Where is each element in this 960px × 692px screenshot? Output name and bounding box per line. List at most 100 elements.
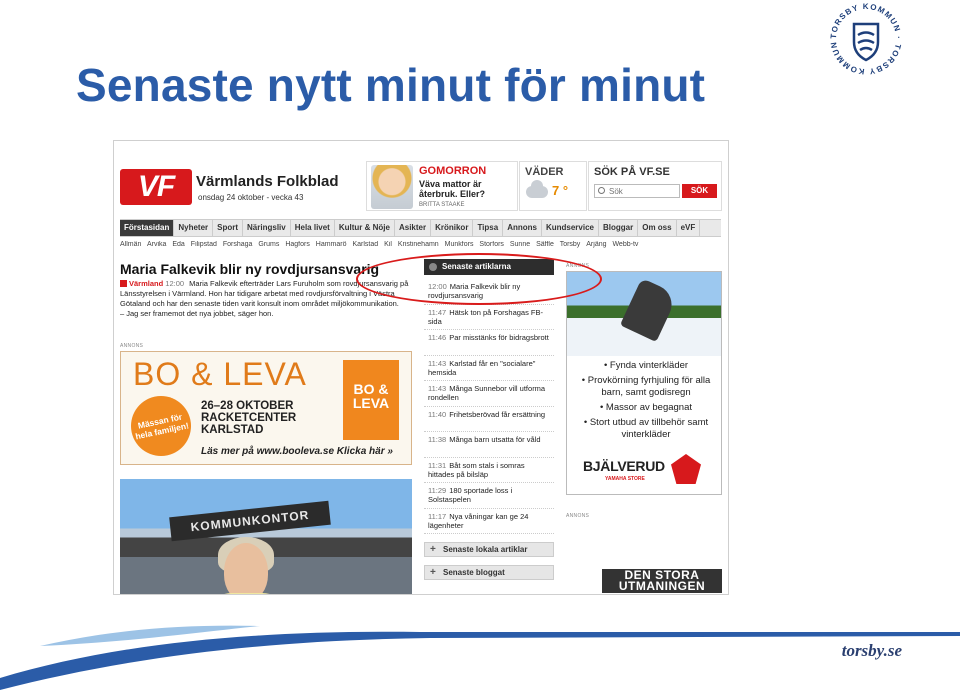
subnav-item[interactable]: Torsby — [560, 241, 581, 248]
news-time: 11:17 — [428, 511, 447, 521]
news-time: 11:31 — [428, 460, 447, 470]
search-title: SÖK PÅ VF.SE — [594, 166, 670, 178]
nav-kultur-noje[interactable]: Kultur & Nöje — [335, 220, 395, 236]
latest-articles-list: 12:00 Maria Falkevik blir ny rovdjursansv… — [424, 279, 554, 534]
subnav-item[interactable]: Allmän — [120, 241, 141, 248]
play-icon — [120, 280, 127, 287]
search-button[interactable]: SÖK — [682, 184, 717, 198]
search-input[interactable] — [594, 184, 680, 198]
news-time: 11:46 — [428, 333, 447, 342]
gomorron-title: GOMORRON — [419, 165, 487, 177]
bo-leva-logo-box: BO & LEVA — [343, 360, 399, 440]
nav-om-oss[interactable]: Om oss — [638, 220, 677, 236]
bo-leva-ad[interactable]: BO & LEVA Mässan för hela familjen! 26–2… — [120, 351, 412, 465]
nav-nyheter[interactable]: Nyheter — [174, 220, 214, 236]
footer-swoosh — [0, 625, 960, 690]
snowmobile-image — [619, 277, 679, 343]
list-item[interactable]: 11:17 Nya våningar kan ge 24 lägenheter — [424, 509, 554, 534]
news-time: 11:29 — [428, 486, 447, 495]
subnav-item[interactable]: Storfors — [479, 241, 504, 248]
article-headline[interactable]: Maria Falkevik blir ny rovdjursansvarig — [120, 261, 379, 277]
lead-tag[interactable]: Värmland — [129, 279, 163, 288]
list-item[interactable]: 11:46 Par misstänks för bidragsbrott — [424, 330, 554, 356]
annons-label-right-2: ANNONS — [566, 513, 590, 519]
list-item[interactable]: 11:38 Många barn utsatta för våld — [424, 432, 554, 458]
gomorron-box[interactable]: GOMORRON Väva mattor är återbruk. Eller?… — [366, 161, 518, 211]
lead-quote: – Jag ser framemot det nya jobbet, säger… — [120, 309, 274, 318]
subnav-item[interactable]: Arvika — [147, 241, 166, 248]
nav-kronikor[interactable]: Krönikor — [431, 220, 474, 236]
subnav-item[interactable]: Säffle — [536, 241, 554, 248]
latest-articles-column: Senaste artiklarna 12:00 Maria Falkevik b… — [424, 259, 554, 583]
nav-naringsliv[interactable]: Näringsliv — [243, 220, 291, 236]
highlight-circle — [356, 253, 602, 305]
subnav-item[interactable]: Årjäng — [586, 241, 606, 248]
bjalverud-ad[interactable]: • Fynda vinterkläder • Provkörning fyrhj… — [566, 271, 722, 495]
photo-face — [224, 543, 268, 594]
bo-leva-link[interactable]: Läs mer på www.booleva.se Klicka här » — [201, 446, 393, 457]
subnav-item[interactable]: Grums — [258, 241, 279, 248]
site-date: onsdag 24 oktober - vecka 43 — [198, 193, 304, 202]
nav-kundservice[interactable]: Kundservice — [542, 220, 599, 236]
subnav-item[interactable]: Kil — [384, 241, 392, 248]
nav-asikter[interactable]: Asikter — [395, 220, 432, 236]
news-title[interactable]: Frihetsberövad får ersättning — [449, 410, 545, 419]
news-title[interactable]: Par misstänks för bidragsbrott — [449, 333, 549, 342]
ad-brand: BJÄLVERUD — [583, 458, 665, 474]
list-item[interactable]: 11:47 Hätsk ton på Forshagas FB-sida — [424, 305, 554, 330]
photo-body — [202, 593, 292, 594]
latest-local-toggle[interactable]: Senaste lokala artiklar — [424, 542, 554, 557]
slide-title: Senaste nytt minut för minut — [76, 59, 706, 111]
site-name[interactable]: Värmlands Folkblad — [196, 173, 339, 190]
subnav-item[interactable]: Sunne — [510, 241, 530, 248]
nav-evf[interactable]: eVF — [677, 220, 701, 236]
search-icon — [598, 187, 605, 194]
latest-blogg-toggle[interactable]: Senaste bloggat — [424, 565, 554, 580]
list-item[interactable]: 11:40 Frihetsberövad får ersättning — [424, 407, 554, 432]
vf-logo[interactable]: VF — [120, 169, 192, 205]
subnav-item[interactable]: Karlstad — [352, 241, 378, 248]
stora-utmaningen-text: DEN STORA UTMANINGEN — [602, 569, 722, 593]
weather-temp: 7 ° — [552, 183, 569, 198]
list-item[interactable]: 11:43 Många Sunnebor vill utforma rondell… — [424, 381, 554, 407]
nav-bloggar[interactable]: Bloggar — [599, 220, 639, 236]
bo-leva-title: BO & LEVA — [133, 356, 307, 392]
main-nav: Förstasidan Nyheter Sport Näringsliv Hel… — [120, 219, 721, 237]
subnav-item[interactable]: Hammarö — [316, 241, 347, 248]
brand-badge-icon — [671, 454, 701, 484]
news-time: 11:47 — [428, 307, 447, 317]
ad-sub: YAMAHA STORE — [605, 476, 645, 482]
author-avatar — [371, 165, 413, 209]
ad-list-item: • Stort utbud av tillbehör samt vinterkl… — [583, 417, 709, 440]
cloud-icon — [526, 180, 548, 198]
subnav-item[interactable]: Webb-tv — [612, 241, 638, 248]
gomorron-text[interactable]: Väva mattor är återbruk. Eller? — [419, 179, 515, 199]
subnav-item[interactable]: Kristinehamn — [398, 241, 439, 248]
nav-sport[interactable]: Sport — [213, 220, 244, 236]
article-photo[interactable]: KOMMUNKONTOR — [120, 479, 412, 594]
ad-list-item: • Massor av begagnat — [599, 402, 693, 413]
subnav-item[interactable]: Forshaga — [223, 241, 253, 248]
photo-sign: KOMMUNKONTOR — [169, 500, 331, 542]
nav-hela-livet[interactable]: Hela livet — [291, 220, 335, 236]
gomorron-author: BRITTA STAAKE — [419, 202, 465, 208]
list-item[interactable]: 11:43 Karlstad får en "socialare" hemsida — [424, 356, 554, 381]
footer-link[interactable]: torsby.se — [842, 641, 902, 661]
news-time: 11:43 — [428, 358, 447, 368]
subnav-item[interactable]: Hagfors — [285, 241, 310, 248]
list-item[interactable]: 11:31 Båt som stals i somras hittades på … — [424, 458, 554, 483]
weather-box[interactable]: VÄDER 7 ° — [519, 161, 587, 211]
subnav-item[interactable]: Munkfors — [445, 241, 474, 248]
nav-annons[interactable]: Annons — [503, 220, 542, 236]
nav-forstasidan[interactable]: Förstasidan — [120, 220, 175, 236]
list-item[interactable]: 11:29 180 sportade loss i Solstaspelen — [424, 483, 554, 509]
search-box: SÖK PÅ VF.SE SÖK — [588, 161, 722, 211]
stora-utmaningen-ad[interactable]: DEN STORA UTMANINGEN — [566, 553, 722, 594]
website-screenshot: VF Värmlands Folkblad onsdag 24 oktober … — [113, 140, 729, 595]
subnav-item[interactable]: Filipstad — [191, 241, 217, 248]
lead-time: 12:00 — [165, 279, 185, 288]
bo-leva-dates: 26–28 OKTOBER RACKETCENTER KARLSTAD — [201, 400, 297, 436]
subnav-item[interactable]: Eda — [172, 241, 184, 248]
news-title[interactable]: Många barn utsatta för våld — [449, 435, 540, 444]
nav-tipsa[interactable]: Tipsa — [473, 220, 504, 236]
